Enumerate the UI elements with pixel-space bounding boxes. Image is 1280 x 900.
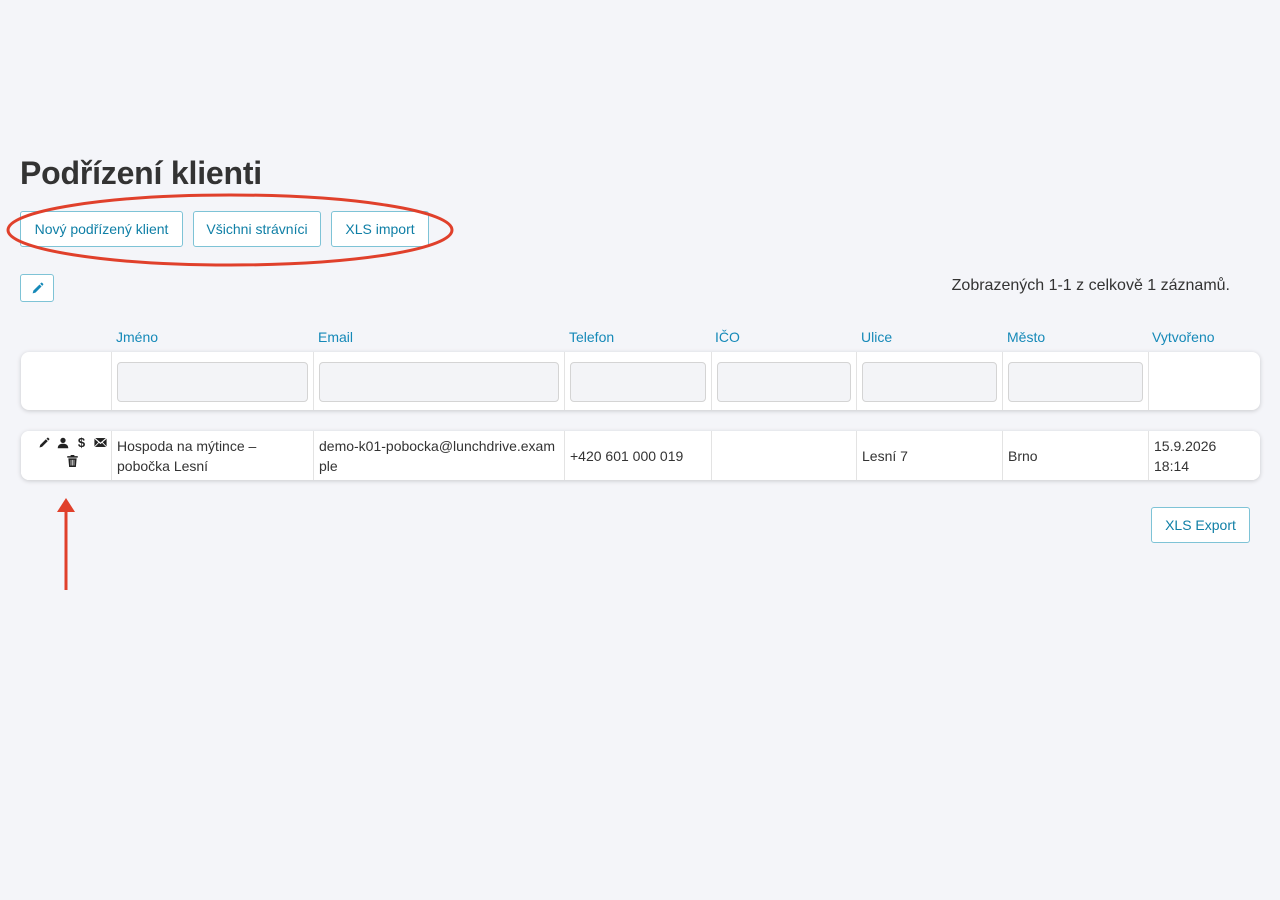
column-header-ico[interactable]: IČO — [715, 329, 740, 345]
cell-email: demo-k01-pobocka@lunchdrive.example — [313, 431, 564, 480]
client-street: Lesní 7 — [862, 447, 908, 464]
cell-created: 15.9.2026 18:14 — [1148, 431, 1260, 480]
column-header-email[interactable]: Email — [318, 329, 353, 345]
filter-name-input[interactable] — [117, 362, 308, 402]
filter-cell-city — [1002, 352, 1148, 410]
client-created: 15.9.2026 18:14 — [1154, 437, 1217, 474]
filter-street-input[interactable] — [862, 362, 997, 402]
filter-cell-phone — [564, 352, 711, 410]
filter-phone-input[interactable] — [570, 362, 706, 402]
table-row: $ Hospoda na mýtince – pobočka Lesní dem… — [21, 431, 1260, 480]
xls-export-button[interactable]: XLS Export — [1151, 507, 1250, 543]
page: Podřízení klienti Nový podřízený klient … — [0, 0, 1280, 900]
column-header-city[interactable]: Město — [1007, 329, 1045, 345]
filter-cell-street — [856, 352, 1002, 410]
envelope-icon[interactable] — [94, 436, 107, 449]
filter-email-input[interactable] — [319, 362, 559, 402]
filter-ico-input[interactable] — [717, 362, 851, 402]
row-actions: $ — [21, 431, 111, 480]
xls-import-button[interactable]: XLS import — [331, 211, 429, 247]
column-header-created[interactable]: Vytvořeno — [1152, 329, 1215, 345]
cell-ico — [711, 431, 856, 480]
cell-city: Brno — [1002, 431, 1148, 480]
dollar-icon[interactable]: $ — [75, 436, 88, 449]
client-city: Brno — [1008, 447, 1038, 464]
user-icon[interactable] — [56, 436, 69, 449]
filter-cell-actions — [21, 352, 111, 410]
cell-street: Lesní 7 — [856, 431, 1002, 480]
new-subclient-button[interactable]: Nový podřízený klient — [20, 211, 183, 247]
filter-cell-name — [111, 352, 313, 410]
column-header-street[interactable]: Ulice — [861, 329, 892, 345]
pencil-icon — [31, 282, 44, 295]
trash-icon[interactable] — [66, 454, 79, 467]
cell-phone: +420 601 000 019 — [564, 431, 711, 480]
all-diners-button[interactable]: Všichni strávníci — [193, 211, 321, 247]
column-header-name[interactable]: Jméno — [116, 329, 158, 345]
cell-name: Hospoda na mýtince – pobočka Lesní — [111, 431, 313, 480]
filter-cell-created — [1148, 352, 1260, 410]
filter-row — [21, 352, 1260, 410]
client-name: Hospoda na mýtince – pobočka Lesní — [117, 437, 257, 474]
client-phone: +420 601 000 019 — [570, 447, 684, 464]
page-title: Podřízení klienti — [20, 155, 262, 191]
record-count-summary: Zobrazených 1-1 z celkově 1 záznamů. — [951, 277, 1230, 294]
filter-cell-ico — [711, 352, 856, 410]
bulk-edit-button[interactable] — [20, 274, 54, 302]
annotation-arrow — [57, 498, 75, 590]
filter-cell-email — [313, 352, 564, 410]
client-email: demo-k01-pobocka@lunchdrive.example — [319, 437, 555, 474]
filter-city-input[interactable] — [1008, 362, 1143, 402]
pencil-icon[interactable] — [37, 436, 50, 449]
column-header-phone[interactable]: Telefon — [569, 329, 614, 345]
